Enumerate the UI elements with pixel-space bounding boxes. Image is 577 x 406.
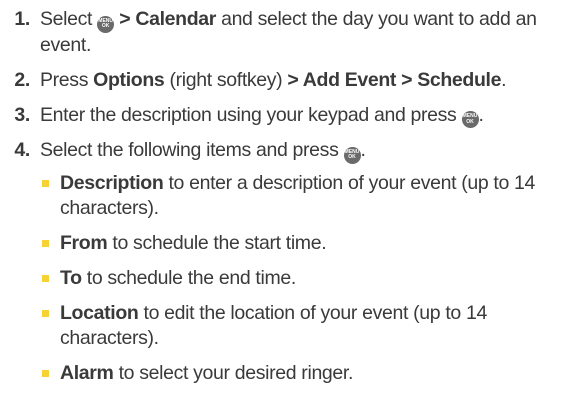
step-text: Press [40,68,94,91]
bullet-icon [42,274,49,282]
bullet-icon [42,309,49,317]
instructions-page: 1 Select MENUOK > Calendar and select th… [0,0,577,406]
step-3: 3 Enter the description using your keypa… [0,103,577,128]
step-text: Enter the description using your keypad … [40,103,462,126]
item-text: to schedule the end time. [81,266,297,289]
step-text: . [501,68,507,91]
menu-ok-key-icon: MENU OK [461,111,479,128]
step-text: Select the following items and press [40,139,344,161]
list-item: Description to enter a description of yo… [40,171,565,221]
step-2: 2 Press Options (right softkey) > Add Ev… [0,68,577,93]
item-text: to select your desired ringer. [113,361,354,384]
item-label: From [60,231,108,254]
step-text: Select [40,8,98,30]
item-label: To [60,266,82,289]
step-text: . [360,139,366,161]
menu-path: > Add Event > Schedule [287,68,502,91]
item-label: Description [60,171,164,194]
menu-path: > Calendar [114,8,216,30]
item-text: to schedule the start time. [107,231,327,254]
bullet-icon [42,369,49,377]
softkey-label: Options [93,68,165,91]
item-label: Location [60,301,139,324]
list-item: Alarm to select your desired ringer. [40,361,565,386]
step-number: 4 [0,138,30,163]
step-text: (right softkey) [164,68,288,91]
menu-ok-key-icon: MENU OK [343,146,361,164]
list-item: Location to edit the location of your ev… [40,301,565,351]
menu-ok-key-icon: MENU OK [97,15,115,33]
step-number: 3 [0,103,30,128]
bullet-icon [42,179,49,187]
step-text: . [478,103,484,126]
step-1: 1 Select MENUOK > Calendar and select th… [0,7,577,58]
list-item: From to schedule the start time. [40,231,565,256]
option-list: Description to enter a description of yo… [40,171,565,386]
step-number: 1 [0,7,30,32]
step-4: 4 Select the following items and press M… [0,138,577,386]
step-number: 2 [0,68,30,93]
bullet-icon [42,239,49,247]
item-label: Alarm [60,361,114,384]
list-item: To to schedule the end time. [40,266,565,291]
